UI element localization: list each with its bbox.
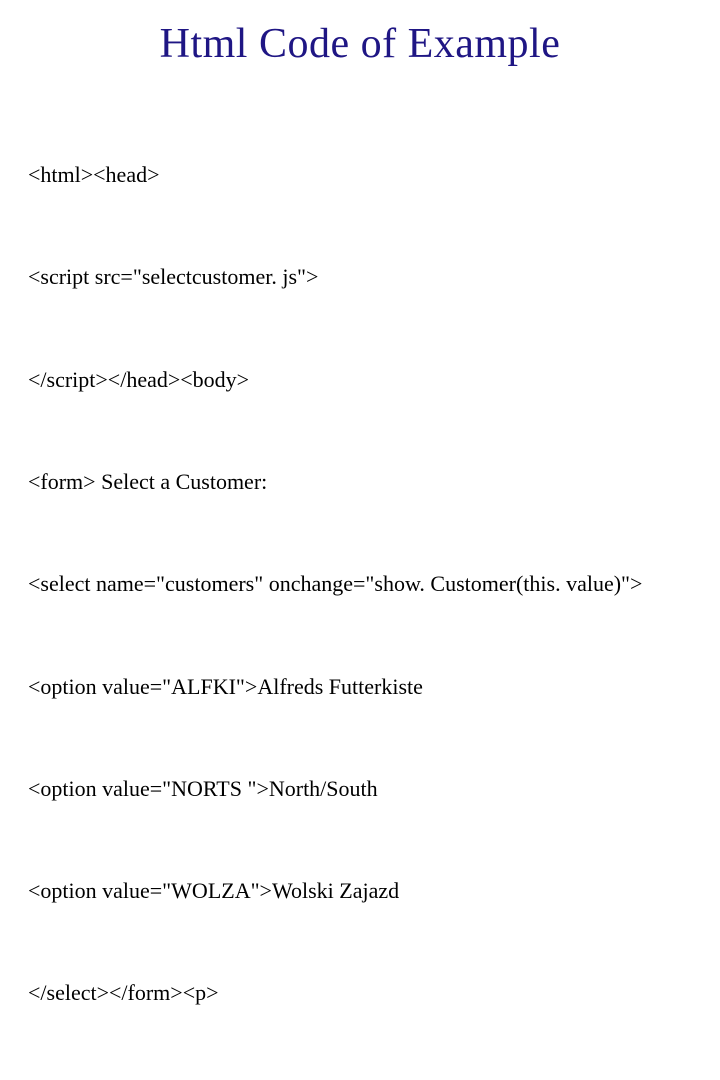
- slide: Html Code of Example <html><head> <scrip…: [0, 0, 720, 1080]
- code-line: </select></form><p>: [28, 976, 692, 1010]
- code-line: </script></head><body>: [28, 363, 692, 397]
- code-line: <div id="txt. Hint"><b>Customer info wil…: [28, 1079, 692, 1080]
- code-line: <option value="WOLZA">Wolski Zajazd: [28, 874, 692, 908]
- code-line: <option value="ALFKI">Alfreds Futterkist…: [28, 670, 692, 704]
- code-block: <html><head> <script src="selectcustomer…: [28, 90, 692, 1080]
- code-line: <select name="customers" onchange="show.…: [28, 567, 692, 601]
- code-line: <html><head>: [28, 158, 692, 192]
- code-line: <option value="NORTS ">North/South: [28, 772, 692, 806]
- code-line: <script src="selectcustomer. js">: [28, 260, 692, 294]
- code-line: <form> Select a Customer:: [28, 465, 692, 499]
- slide-title: Html Code of Example: [28, 20, 692, 68]
